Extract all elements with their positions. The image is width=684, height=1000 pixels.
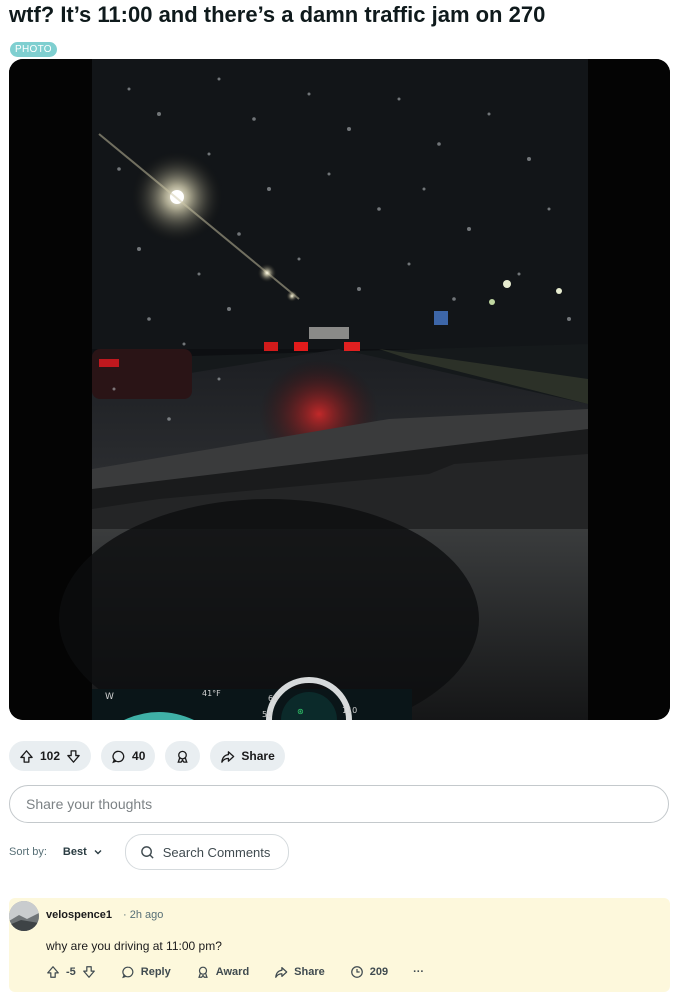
upvote-icon[interactable]	[19, 749, 34, 764]
chevron-down-icon	[94, 850, 102, 855]
comment-icon	[121, 966, 134, 979]
comment-input[interactable]	[10, 786, 668, 822]
svg-text:110: 110	[342, 706, 357, 715]
share-button[interactable]: Share	[210, 741, 285, 771]
award-icon	[177, 750, 189, 763]
award-icon	[197, 966, 208, 978]
reply-button[interactable]: Reply	[121, 965, 171, 979]
search-comments[interactable]: Search Comments	[124, 834, 290, 870]
award-button[interactable]	[165, 741, 201, 771]
comment-timestamp: · 2h ago	[123, 909, 164, 921]
more-icon[interactable]: ···	[413, 966, 424, 978]
comments-button[interactable]: 40	[101, 741, 156, 771]
downvote-icon[interactable]	[82, 965, 96, 979]
views-icon	[350, 966, 363, 978]
search-label: Search Comments	[162, 844, 271, 860]
avatar-image	[9, 901, 39, 931]
comment-username[interactable]: velospence1	[46, 909, 112, 921]
post-vote-count: 102	[40, 749, 61, 763]
comment-composer[interactable]	[9, 785, 669, 823]
comment-share-button[interactable]: Share	[274, 965, 325, 979]
night-traffic-photo: W 41°F 60 50 110 ⊛	[9, 59, 670, 720]
svg-text:W: W	[105, 692, 114, 702]
comment-vote-group: -5	[46, 965, 96, 979]
vote-group: 102	[9, 741, 92, 771]
comment: velospence1 · 2h ago why are you driving…	[9, 898, 670, 992]
reply-label: Reply	[140, 966, 171, 978]
comment-actions: -5 Reply Award Share 209 ···	[46, 965, 449, 979]
search-icon	[140, 845, 154, 859]
share-icon	[221, 750, 235, 763]
svg-text:50: 50	[262, 710, 272, 719]
upvote-icon[interactable]	[46, 965, 60, 979]
comment-count: 40	[132, 749, 146, 763]
svg-text:60: 60	[268, 694, 278, 703]
comment-text: why are you driving at 11:00 pm?	[46, 939, 222, 953]
post-actions: 102 40 Share	[9, 741, 285, 771]
share-icon	[275, 967, 288, 978]
comment-icon	[112, 750, 125, 763]
sort-label: Sort by:	[9, 846, 47, 858]
svg-text:⊛: ⊛	[297, 707, 304, 716]
award-label: Award	[215, 966, 250, 978]
sort-dropdown[interactable]: Best	[63, 846, 103, 858]
comment-vote-count: -5	[66, 966, 76, 978]
sort-value: Best	[62, 846, 87, 858]
svg-text:41°F: 41°F	[202, 689, 221, 698]
sort-row: Sort by: Best Search Comments	[9, 834, 290, 870]
views-count: 209	[350, 965, 388, 979]
views-value: 209	[369, 966, 389, 978]
post-title: wtf? It’s 11:00 and there’s a damn traff…	[9, 2, 546, 27]
avatar[interactable]	[9, 901, 39, 931]
share-label: Share	[241, 749, 275, 763]
comment-award-button[interactable]: Award	[196, 965, 249, 979]
post-flair[interactable]: PHOTO	[10, 42, 57, 57]
post-image[interactable]: W 41°F 60 50 110 ⊛	[9, 59, 670, 720]
downvote-icon[interactable]	[66, 749, 81, 764]
comment-share-label: Share	[294, 966, 325, 978]
